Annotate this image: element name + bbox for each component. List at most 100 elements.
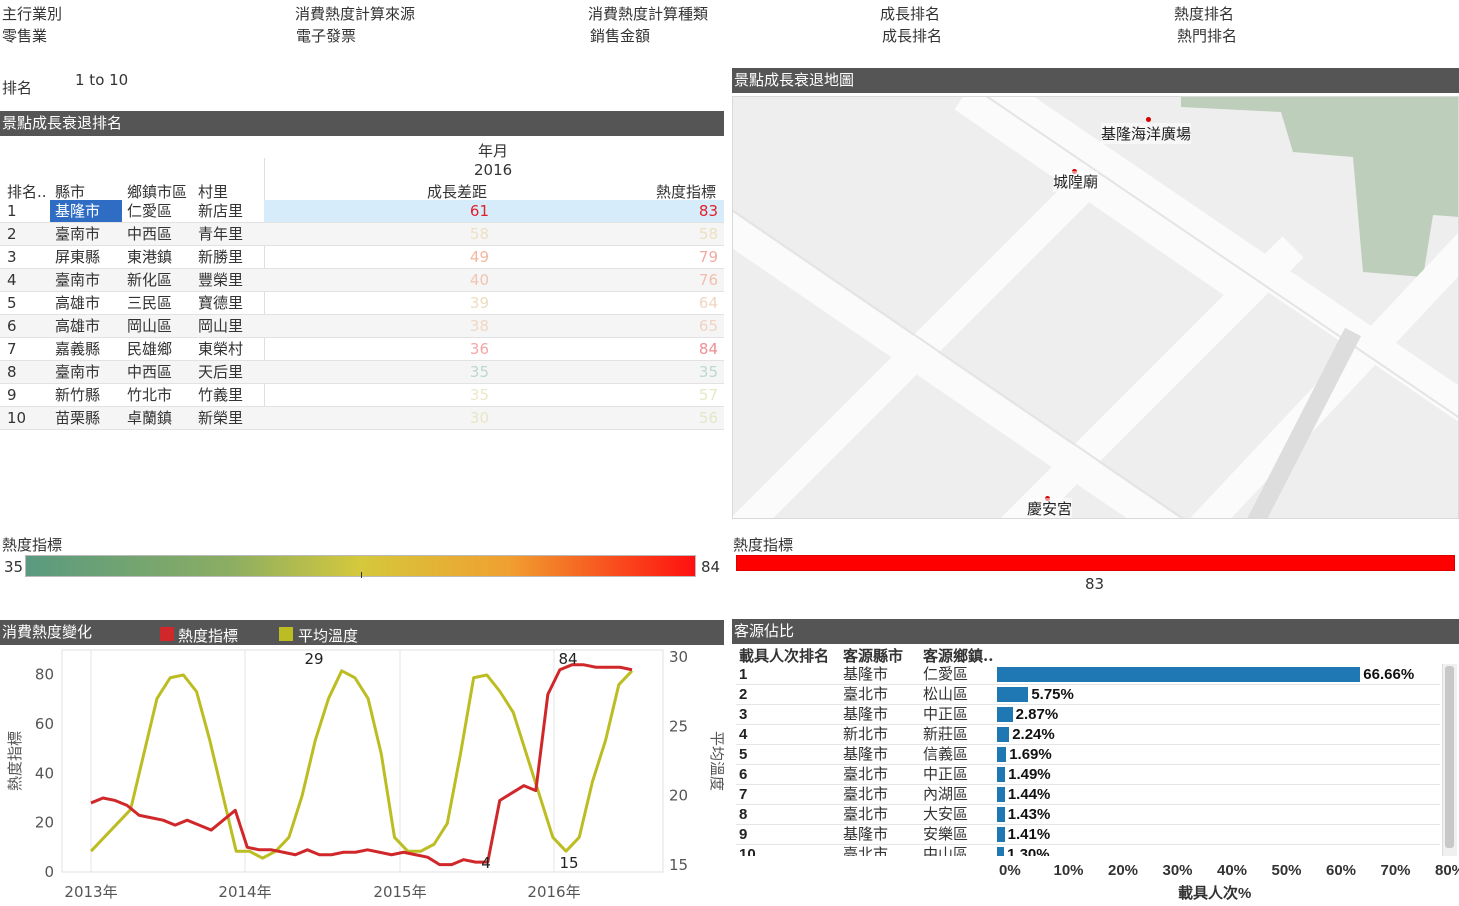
ranking-cell-heat[interactable]: 35 bbox=[658, 361, 718, 383]
ranking-cell-rank[interactable]: 2 bbox=[7, 223, 17, 245]
ranking-row[interactable]: 9 新竹縣 竹北市 竹義里 35 57 bbox=[0, 384, 724, 407]
ranking-cell-village[interactable]: 寶德里 bbox=[198, 292, 243, 314]
src-col-city[interactable]: 客源縣市 bbox=[843, 645, 903, 666]
source-bar[interactable] bbox=[997, 767, 1006, 782]
source-row[interactable]: 8 臺北市 大安區 1.43% bbox=[736, 805, 1440, 825]
filter-value-industry[interactable]: 零售業 bbox=[2, 25, 47, 46]
ranking-row[interactable]: 1 基隆市 仁愛區 新店里 61 83 bbox=[0, 200, 724, 223]
source-scrollbar[interactable] bbox=[1442, 664, 1457, 856]
selected-heat-bar[interactable] bbox=[736, 555, 1455, 571]
ranking-cell-city[interactable]: 苗栗縣 bbox=[55, 407, 100, 429]
ranking-cell-rank[interactable]: 4 bbox=[7, 269, 17, 291]
ranking-cell-growth[interactable]: 61 bbox=[429, 200, 489, 222]
source-bar[interactable] bbox=[997, 747, 1007, 762]
filter-value-heat-rank[interactable]: 熱門排名 bbox=[1177, 25, 1237, 46]
source-row[interactable]: 2 臺北市 松山區 5.75% bbox=[736, 685, 1440, 705]
src-col-district[interactable]: 客源鄉鎮.. bbox=[923, 645, 993, 666]
ranking-cell-city[interactable]: 高雄市 bbox=[55, 315, 100, 337]
ranking-cell-district[interactable]: 三民區 bbox=[127, 292, 172, 314]
ranking-cell-heat[interactable]: 64 bbox=[658, 292, 718, 314]
source-row[interactable]: 7 臺北市 內湖區 1.44% bbox=[736, 785, 1440, 805]
source-bar[interactable] bbox=[997, 807, 1005, 822]
source-bar[interactable] bbox=[997, 727, 1010, 742]
source-bar[interactable] bbox=[997, 667, 1361, 682]
ranking-cell-rank[interactable]: 9 bbox=[7, 384, 17, 406]
ranking-cell-village[interactable]: 竹義里 bbox=[198, 384, 243, 406]
poi-marker-plaza[interactable] bbox=[1146, 117, 1151, 122]
ranking-cell-growth[interactable]: 38 bbox=[429, 315, 489, 337]
poi-label-qingan[interactable]: 慶安宮 bbox=[1027, 498, 1073, 518]
ranking-cell-city[interactable]: 基隆市 bbox=[50, 200, 122, 222]
filter-value-growth-rank[interactable]: 成長排名 bbox=[882, 25, 942, 46]
ranking-cell-district[interactable]: 中西區 bbox=[127, 361, 172, 383]
map-view[interactable]: 基隆海洋廣場 城隍廟 慶安宮 bbox=[732, 96, 1459, 519]
ranking-cell-district[interactable]: 新化區 bbox=[127, 269, 172, 291]
rank-filter-value[interactable]: 1 to 10 bbox=[75, 71, 128, 89]
source-bar[interactable] bbox=[997, 847, 1005, 856]
source-bar[interactable] bbox=[997, 787, 1005, 802]
trend-line-chart[interactable]: 0 20 40 60 80 15 20 25 30 熱度指標 平均溫度 2013年 2014年 2015年… bbox=[0, 645, 724, 906]
col-header-heat[interactable]: 熱度指標 bbox=[656, 181, 716, 202]
ranking-cell-village[interactable]: 天后里 bbox=[198, 361, 243, 383]
ranking-cell-heat[interactable]: 83 bbox=[658, 200, 718, 222]
ranking-cell-heat[interactable]: 79 bbox=[658, 246, 718, 268]
ranking-cell-growth[interactable]: 40 bbox=[429, 269, 489, 291]
source-bar[interactable] bbox=[997, 687, 1029, 702]
ranking-cell-village[interactable]: 青年里 bbox=[198, 223, 243, 245]
ranking-cell-rank[interactable]: 6 bbox=[7, 315, 17, 337]
ranking-cell-growth[interactable]: 35 bbox=[429, 384, 489, 406]
ranking-cell-village[interactable]: 豐榮里 bbox=[198, 269, 243, 291]
ranking-cell-growth[interactable]: 39 bbox=[429, 292, 489, 314]
ranking-cell-rank[interactable]: 8 bbox=[7, 361, 17, 383]
ranking-cell-city[interactable]: 臺南市 bbox=[55, 361, 100, 383]
ranking-cell-growth[interactable]: 35 bbox=[429, 361, 489, 383]
ranking-cell-city[interactable]: 臺南市 bbox=[55, 269, 100, 291]
ranking-cell-growth[interactable]: 49 bbox=[429, 246, 489, 268]
source-scrollbar-thumb[interactable] bbox=[1445, 666, 1454, 848]
source-row[interactable]: 4 新北市 新莊區 2.24% bbox=[736, 725, 1440, 745]
ranking-cell-village[interactable]: 岡山里 bbox=[198, 315, 243, 337]
col-header-city[interactable]: 縣市 bbox=[55, 181, 85, 202]
ranking-cell-city[interactable]: 嘉義縣 bbox=[55, 338, 100, 360]
ranking-cell-rank[interactable]: 1 bbox=[7, 200, 17, 222]
ranking-cell-district[interactable]: 卓蘭鎮 bbox=[127, 407, 172, 429]
legend-label-heat[interactable]: 熱度指標 bbox=[178, 625, 238, 646]
source-row[interactable]: 3 基隆市 中正區 2.87% bbox=[736, 705, 1440, 725]
source-row[interactable]: 1 基隆市 仁愛區 66.66% bbox=[736, 665, 1440, 685]
ranking-cell-district[interactable]: 東港鎮 bbox=[127, 246, 172, 268]
source-row[interactable]: 5 基隆市 信義區 1.69% bbox=[736, 745, 1440, 765]
col-header-district[interactable]: 鄉鎮市區 bbox=[127, 181, 187, 202]
source-bar[interactable] bbox=[997, 707, 1013, 722]
ranking-cell-village[interactable]: 新榮里 bbox=[198, 407, 243, 429]
source-row[interactable]: 6 臺北市 中正區 1.49% bbox=[736, 765, 1440, 785]
ranking-row[interactable]: 4 臺南市 新化區 豐榮里 40 76 bbox=[0, 269, 724, 292]
ranking-cell-rank[interactable]: 5 bbox=[7, 292, 17, 314]
ranking-cell-rank[interactable]: 10 bbox=[7, 407, 26, 429]
ranking-cell-village[interactable]: 東榮村 bbox=[198, 338, 243, 360]
ranking-cell-city[interactable]: 新竹縣 bbox=[55, 384, 100, 406]
ranking-cell-district[interactable]: 中西區 bbox=[127, 223, 172, 245]
ranking-row[interactable]: 2 臺南市 中西區 青年里 58 58 bbox=[0, 223, 724, 246]
ranking-cell-heat[interactable]: 84 bbox=[658, 338, 718, 360]
ranking-cell-city[interactable]: 屏東縣 bbox=[55, 246, 100, 268]
src-col-rank[interactable]: 載具人次排名 bbox=[739, 645, 829, 666]
col-header-growth[interactable]: 成長差距 bbox=[427, 181, 487, 202]
ranking-cell-district[interactable]: 仁愛區 bbox=[127, 200, 172, 222]
ranking-cell-growth[interactable]: 30 bbox=[429, 407, 489, 429]
ranking-row[interactable]: 6 高雄市 岡山區 岡山里 38 65 bbox=[0, 315, 724, 338]
ranking-cell-heat[interactable]: 65 bbox=[658, 315, 718, 337]
poi-label-plaza[interactable]: 基隆海洋廣場 bbox=[1101, 123, 1192, 144]
ranking-row[interactable]: 7 嘉義縣 民雄鄉 東榮村 36 84 bbox=[0, 338, 724, 361]
ranking-cell-rank[interactable]: 3 bbox=[7, 246, 17, 268]
ranking-cell-district[interactable]: 民雄鄉 bbox=[127, 338, 172, 360]
ranking-cell-village[interactable]: 新勝里 bbox=[198, 246, 243, 268]
ranking-row[interactable]: 5 高雄市 三民區 寶德里 39 64 bbox=[0, 292, 724, 315]
ranking-cell-heat[interactable]: 76 bbox=[658, 269, 718, 291]
col-header-rank[interactable]: 排名.. bbox=[7, 181, 47, 202]
ranking-cell-rank[interactable]: 7 bbox=[7, 338, 17, 360]
poi-label-temple[interactable]: 城隍廟 bbox=[1053, 171, 1099, 192]
ranking-cell-heat[interactable]: 58 bbox=[658, 223, 718, 245]
ranking-cell-growth[interactable]: 58 bbox=[429, 223, 489, 245]
col-header-village[interactable]: 村里 bbox=[198, 181, 228, 202]
ranking-cell-village[interactable]: 新店里 bbox=[198, 200, 243, 222]
